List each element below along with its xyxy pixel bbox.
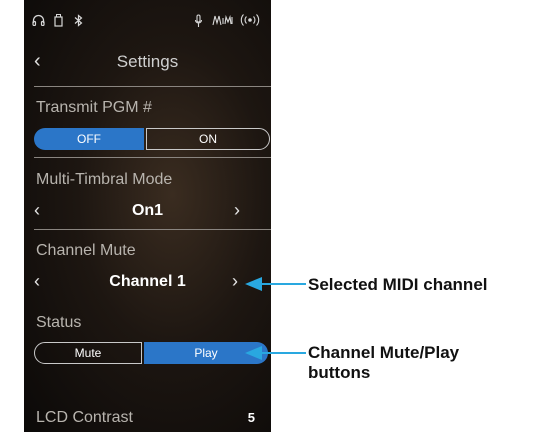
mute-play-callout-line1: Channel Mute/Play	[308, 343, 460, 362]
selected-channel-arrow	[245, 277, 306, 291]
callout-arrows	[245, 277, 306, 360]
mute-play-arrow	[245, 346, 306, 360]
selected-channel-callout: Selected MIDI channel	[308, 275, 488, 294]
mute-play-callout-line2: buttons	[308, 363, 371, 382]
